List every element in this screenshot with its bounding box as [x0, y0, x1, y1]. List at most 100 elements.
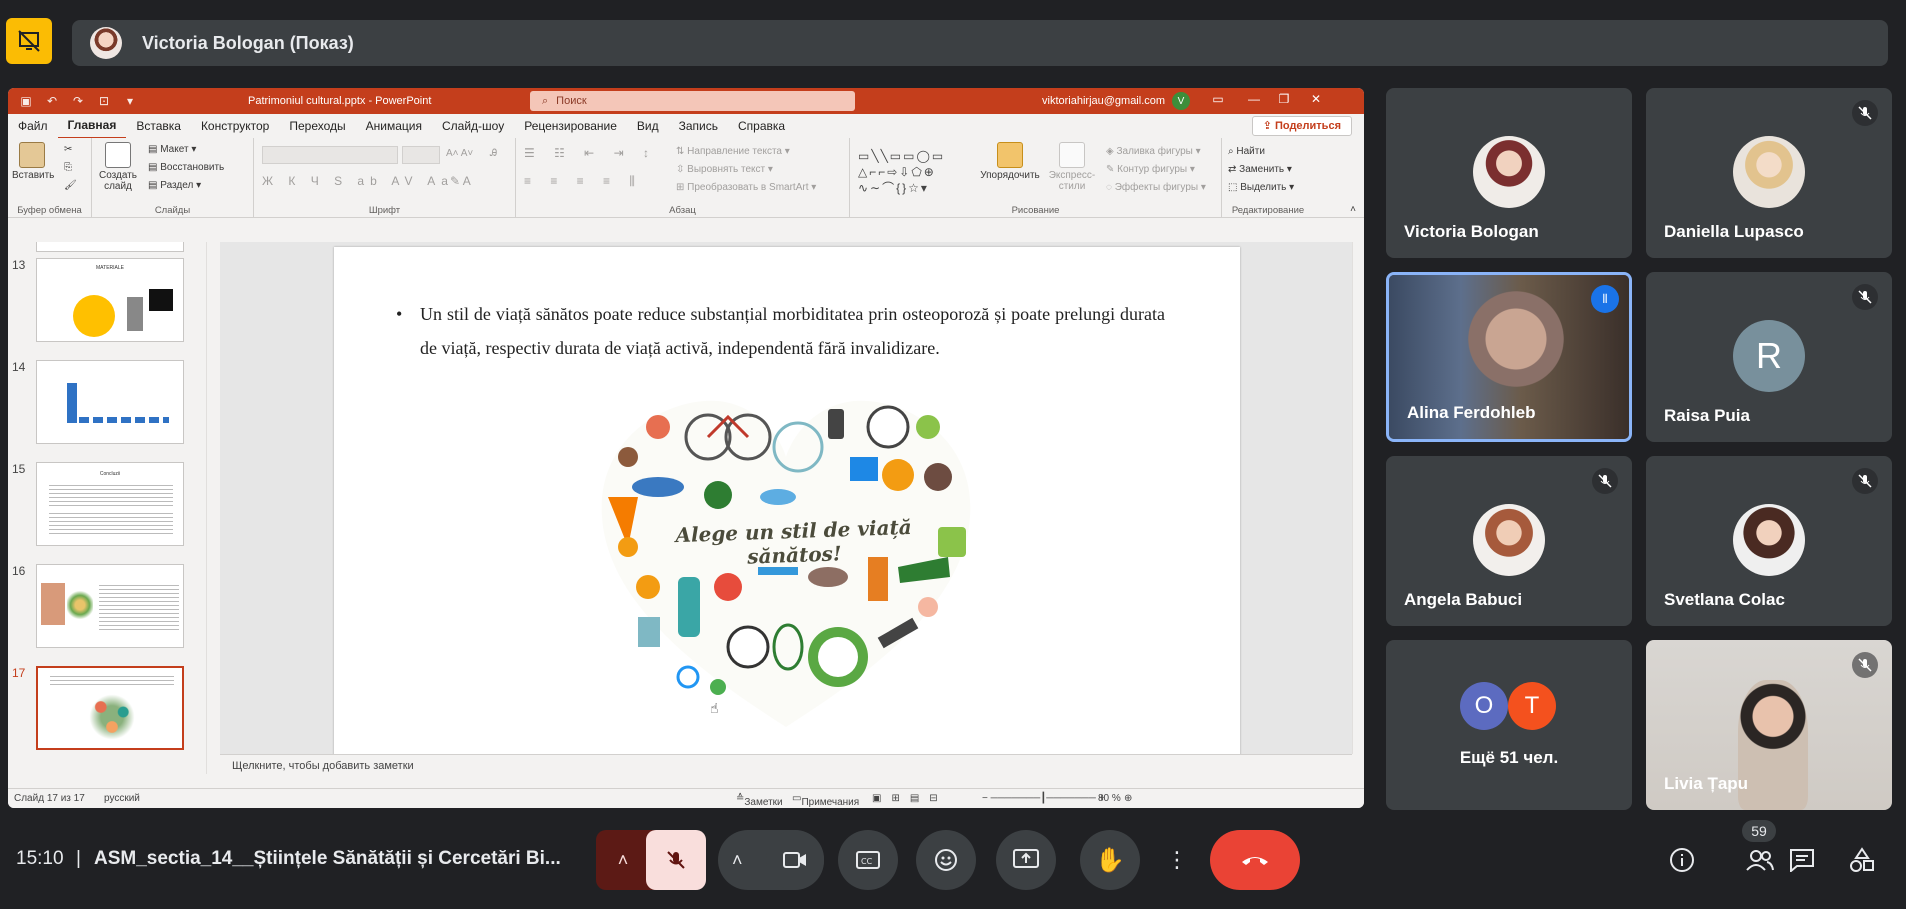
- replace-button[interactable]: ⇄ Заменить ▾: [1228, 164, 1292, 175]
- minimize-icon[interactable]: —: [1244, 92, 1264, 110]
- collapse-ribbon-icon[interactable]: ˄: [1350, 204, 1356, 215]
- tab-view[interactable]: Вид: [627, 114, 669, 138]
- shapes-gallery[interactable]: ▭╲╲▭▭◯▭ △⌐⌐⇨⇩⬠⊕ ∿∼⌒{}☆▾: [858, 148, 966, 196]
- tab-help[interactable]: Справка: [728, 114, 795, 138]
- thumb-number: 13: [12, 258, 26, 272]
- participant-tile[interactable]: Livia Țapu: [1646, 640, 1892, 810]
- present-button[interactable]: [996, 830, 1056, 890]
- select-button[interactable]: ⬚ Выделить ▾: [1228, 182, 1294, 193]
- quick-styles-button[interactable]: Экспресс-стили: [1044, 142, 1100, 192]
- thumb-number: 17: [12, 666, 26, 680]
- avatar: O: [1460, 682, 1508, 730]
- section-button[interactable]: ▤ Раздел ▾: [148, 180, 201, 191]
- text-direction-button[interactable]: ⇅ Направление текста ▾: [676, 146, 790, 157]
- tab-animations[interactable]: Анимация: [356, 114, 432, 138]
- thumbnail-partial[interactable]: [36, 242, 184, 252]
- reset-button[interactable]: ▤ Восстановить: [148, 162, 224, 173]
- slide-bullet-text[interactable]: • Un stil de viață sănătos poate reduce …: [396, 297, 1165, 365]
- ppt-search-input[interactable]: ⌕ Поиск: [530, 91, 855, 111]
- copy-icon[interactable]: ⎘: [64, 162, 72, 173]
- arrange-button[interactable]: Упорядочить: [980, 142, 1040, 181]
- participant-tile[interactable]: R Raisa Puia: [1646, 272, 1892, 442]
- increase-font-icon[interactable]: A˄ A˅: [446, 148, 473, 159]
- ribbon-display-icon[interactable]: ▭: [1208, 92, 1228, 110]
- format-painter-icon[interactable]: 🖌: [64, 180, 77, 191]
- unmute-button[interactable]: [646, 830, 706, 890]
- language[interactable]: русский: [104, 793, 140, 804]
- view-buttons[interactable]: ▣⊞▤⊟: [872, 793, 948, 804]
- notes-toggle[interactable]: ≙ Заметки: [736, 793, 783, 808]
- video-options-button[interactable]: ˄: [732, 850, 743, 871]
- thumbnail-15[interactable]: 15 Concluzii: [8, 462, 208, 548]
- paste-button[interactable]: Вставить: [12, 142, 54, 181]
- more-participants-tile[interactable]: O T Ещё 51 чел.: [1386, 640, 1632, 810]
- participant-tile[interactable]: Daniella Lupasco: [1646, 88, 1892, 258]
- maximize-icon[interactable]: ❐: [1274, 92, 1294, 110]
- leave-call-button[interactable]: [1210, 830, 1300, 890]
- healthy-lifestyle-image[interactable]: Alege un stil de viață sănătos!: [588, 387, 984, 737]
- reactions-button[interactable]: [916, 830, 976, 890]
- shape-fill-button[interactable]: ◈ Заливка фигуры ▾: [1106, 146, 1201, 157]
- stop-presenting-button[interactable]: [6, 18, 52, 64]
- redo-icon[interactable]: ↷: [70, 93, 86, 109]
- audio-options-button[interactable]: ˄: [596, 830, 650, 890]
- thumbnail-17[interactable]: 17: [8, 666, 208, 752]
- account-badge[interactable]: V: [1172, 92, 1190, 110]
- zoom-slider[interactable]: − ───────┃─────── +: [982, 793, 1104, 804]
- thumbnail-scrollbar[interactable]: [206, 242, 218, 774]
- more-options-button[interactable]: ⋮: [1162, 830, 1192, 890]
- meeting-info-button[interactable]: [1662, 838, 1702, 882]
- align-text-button[interactable]: ⇳ Выровнять текст ▾: [676, 164, 773, 175]
- tab-transitions[interactable]: Переходы: [279, 114, 355, 138]
- participant-tile-speaking[interactable]: ⦀ Alina Ferdohleb: [1386, 272, 1632, 442]
- ppt-account[interactable]: viktoriahirjau@gmail.com: [1042, 95, 1165, 107]
- present-from-start-icon[interactable]: ⊡: [96, 93, 112, 109]
- tab-slideshow[interactable]: Слайд-шоу: [432, 114, 514, 138]
- cut-icon[interactable]: ✂: [64, 144, 72, 155]
- slide-canvas[interactable]: • Un stil de viață sănătos poate reduce …: [334, 247, 1240, 757]
- font-color-icon[interactable]: ✎ A: [450, 174, 471, 188]
- share-button[interactable]: ⇪ Поделиться: [1251, 116, 1352, 136]
- font-format-icons[interactable]: Ж К Ч S ab AV Aa: [262, 174, 454, 188]
- fit-slide-icon[interactable]: ⊕: [1124, 793, 1132, 804]
- captions-button[interactable]: CC: [838, 830, 898, 890]
- tab-home[interactable]: Главная: [57, 113, 127, 139]
- customize-toolbar-icon[interactable]: ▾: [122, 93, 138, 109]
- tab-insert[interactable]: Вставка: [126, 114, 191, 138]
- shape-effects-button[interactable]: ◌ Эффекты фигуры ▾: [1106, 182, 1206, 193]
- font-name-select[interactable]: [262, 146, 398, 164]
- zoom-level[interactable]: 80 %: [1098, 793, 1121, 804]
- shape-outline-button[interactable]: ✎ Контур фигуры ▾: [1106, 164, 1195, 175]
- undo-icon[interactable]: ↶: [44, 93, 60, 109]
- slide-scrollbar[interactable]: [1352, 242, 1364, 754]
- tab-review[interactable]: Рецензирование: [514, 114, 627, 138]
- clear-format-icon[interactable]: Ꭿ: [490, 148, 497, 159]
- close-icon[interactable]: ✕: [1306, 92, 1326, 110]
- smartart-button[interactable]: ⊞ Преобразовать в SmartArt ▾: [676, 182, 816, 193]
- comments-toggle[interactable]: ▭ Примечания: [792, 793, 859, 808]
- layout-button[interactable]: ▤ Макет ▾: [148, 144, 196, 155]
- svg-text:CC: CC: [861, 857, 873, 866]
- list-icons[interactable]: ☰ ☷ ⇤ ⇥ ↕: [524, 146, 657, 160]
- thumbnail-16[interactable]: 16: [8, 564, 208, 650]
- new-slide-button[interactable]: Создать слайд: [96, 142, 140, 192]
- thumbnail-14[interactable]: 14: [8, 360, 208, 446]
- heart-slogan: Alege un stil de viață sănătos!: [675, 514, 913, 569]
- participant-tile[interactable]: Svetlana Colac: [1646, 456, 1892, 626]
- notes-pane[interactable]: Щелкните, чтобы добавить заметки: [220, 754, 1352, 776]
- people-button[interactable]: [1740, 838, 1780, 882]
- thumbnail-13[interactable]: 13 MATERIALE: [8, 258, 208, 344]
- participant-tile[interactable]: Victoria Bologan: [1386, 88, 1632, 258]
- find-button[interactable]: ⌕ Найти: [1228, 146, 1265, 157]
- font-size-select[interactable]: [402, 146, 440, 164]
- tab-record[interactable]: Запись: [669, 114, 728, 138]
- align-icons[interactable]: ≡ ≡ ≡ ≡ ⫼: [524, 174, 643, 189]
- participant-tile[interactable]: Angela Babuci: [1386, 456, 1632, 626]
- save-icon[interactable]: ▣: [18, 93, 34, 109]
- activities-button[interactable]: [1842, 838, 1882, 882]
- raise-hand-button[interactable]: ✋: [1080, 830, 1140, 890]
- tab-file[interactable]: Файл: [8, 114, 58, 138]
- chat-button[interactable]: [1782, 838, 1822, 882]
- tab-design[interactable]: Конструктор: [191, 114, 279, 138]
- camera-button[interactable]: [766, 830, 824, 890]
